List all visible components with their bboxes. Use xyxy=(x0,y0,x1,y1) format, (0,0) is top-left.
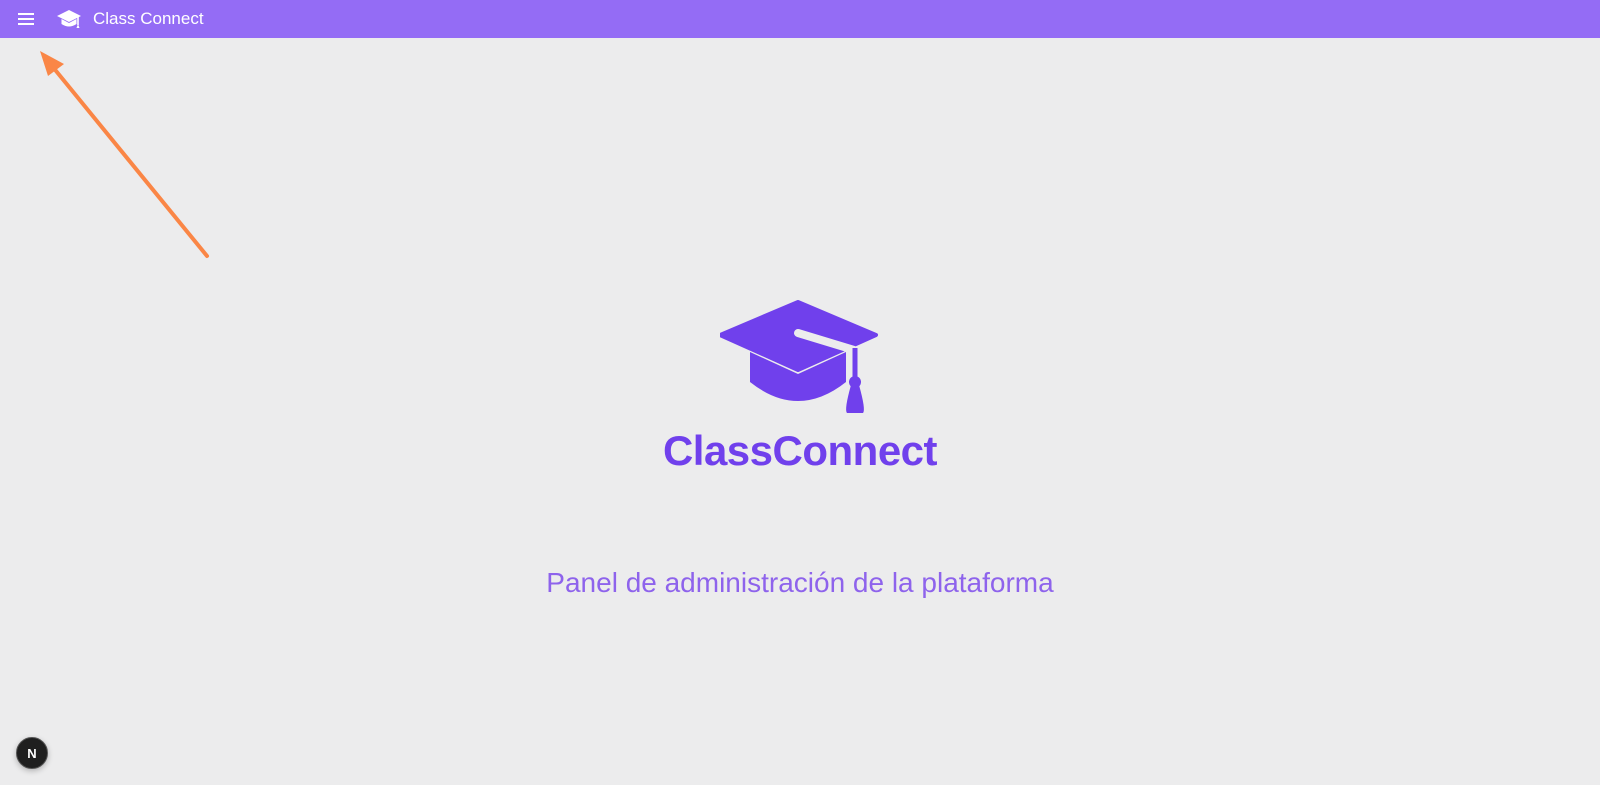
dev-tools-badge-label: N xyxy=(27,745,37,761)
app-title: Class Connect xyxy=(93,9,204,28)
dev-tools-badge[interactable]: N xyxy=(16,737,48,769)
brand-name: ClassConnect xyxy=(662,427,938,474)
graduation-cap-icon xyxy=(57,10,81,28)
hamburger-menu-icon[interactable] xyxy=(16,9,36,29)
hero-section: ClassConnect xyxy=(0,290,1600,475)
top-app-bar: Class Connect xyxy=(0,0,1600,38)
hero-tagline: Panel de administración de la plataforma xyxy=(546,567,1054,598)
graduation-cap-icon xyxy=(720,300,878,413)
annotation-arrow xyxy=(40,51,209,258)
